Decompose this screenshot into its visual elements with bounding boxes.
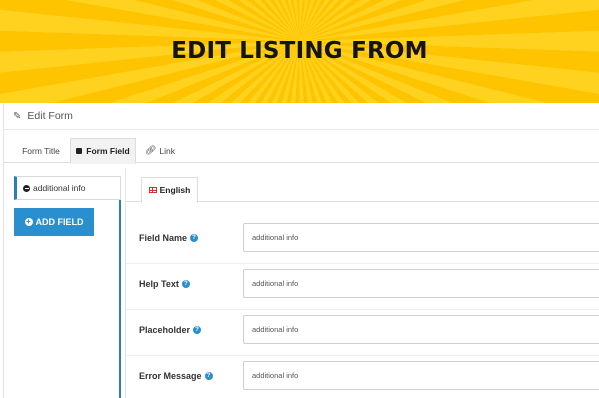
field-name-input[interactable] [243,223,599,252]
placeholder-row: Placeholder ? [126,310,599,356]
banner-title: EDIT LISTING FROM [171,37,428,64]
field-editor: English Field Name ? Help Text ? Placeho… [125,168,599,398]
field-name-row: Field Name ? [126,218,599,264]
tab-link[interactable]: 🔗︎ Link [140,138,180,163]
pencil-icon: ✎ [13,110,22,122]
help-icon[interactable]: ? [190,234,199,242]
language-label: English [159,185,191,195]
tab-form-field[interactable]: Form Field [70,138,136,164]
sidebar-item-additional-info[interactable]: additional info [14,176,121,200]
help-icon[interactable]: ? [193,326,202,334]
error-message-row: Error Message ? [126,356,599,398]
help-icon[interactable]: ? [181,280,190,288]
help-icon[interactable]: ? [204,372,213,380]
form-tabs: Form Title Form Field 🔗︎ Link [4,138,599,164]
add-field-button[interactable]: + ADD FIELD [14,208,94,236]
minus-circle-icon[interactable] [23,184,30,192]
field-sidebar: additional info + ADD FIELD [14,176,121,398]
label-text: Error Message [139,371,202,381]
uk-flag-icon [148,187,157,193]
placeholder-input[interactable] [243,315,599,344]
label-text: Help Text [139,279,179,289]
help-text-label: Help Text ? [139,279,190,289]
panel-header: ✎ Edit Form [4,103,599,130]
panel-title: Edit Form [27,110,73,122]
banner: EDIT LISTING FROM [0,0,599,103]
tab-form-title[interactable]: Form Title [12,138,70,163]
help-text-row: Help Text ? [126,264,599,310]
help-text-input[interactable] [243,269,599,298]
label-text: Field Name [139,233,188,243]
square-icon [76,148,83,154]
tab-language-english[interactable]: English [141,177,198,203]
label-text: Placeholder [139,325,191,335]
tab-label: Link [159,145,176,156]
sidebar-item-label: additional info [33,183,86,193]
placeholder-label: Placeholder ? [139,325,202,335]
field-name-label: Field Name ? [139,233,199,243]
add-field-label: ADD FIELD [35,217,84,227]
tab-label: Form Field [86,146,130,156]
language-tabs: English [126,177,599,203]
error-message-label: Error Message ? [139,371,213,381]
link-icon: 🔗︎ [144,145,157,155]
tab-label: Form Title [22,145,60,156]
plus-circle-icon: + [24,217,33,226]
error-message-input[interactable] [243,361,599,390]
edit-form-panel: ✎ Edit Form Form Title Form Field 🔗︎ Lin… [3,103,599,398]
